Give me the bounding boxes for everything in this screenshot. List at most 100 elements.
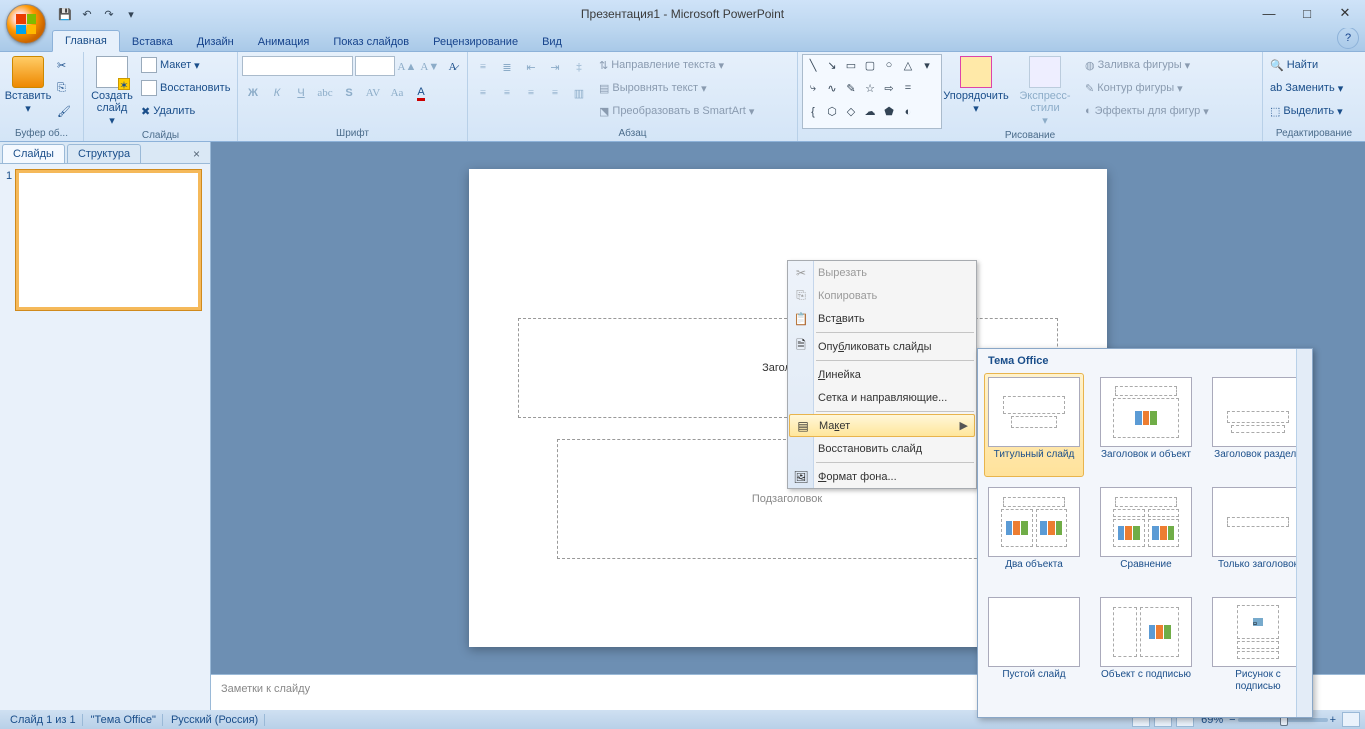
shape-arrow-icon[interactable]: ↘ [824,57,840,73]
align-right-button[interactable]: ≡ [520,82,542,104]
align-left-button[interactable]: ≡ [472,82,494,104]
status-theme[interactable]: "Тема Office" [85,714,163,726]
bullets-button[interactable]: ≡ [472,56,494,78]
save-icon[interactable]: 💾 [55,4,75,24]
shape-blank3[interactable]: ☁ [862,104,878,120]
reset-button[interactable]: Восстановить [138,77,233,99]
columns-button[interactable]: ▥ [568,82,590,104]
shape-eq-icon[interactable]: = [900,80,916,96]
justify-button[interactable]: ≡ [544,82,566,104]
close-pane-icon[interactable]: × [189,145,204,163]
ctx-background[interactable]: 🖼Формат фона... [788,465,976,488]
layout-blank[interactable]: Пустой слайд [984,593,1084,697]
status-slide[interactable]: Слайд 1 из 1 [4,714,83,726]
align-center-button[interactable]: ≡ [496,82,518,104]
strike-button[interactable]: abc [314,82,336,104]
quick-styles-button[interactable]: Экспресс-стили▾ [1010,54,1080,129]
convert-smartart-button[interactable]: ⬔Преобразовать в SmartArt▾ [596,100,757,122]
tab-home[interactable]: Главная [52,30,120,52]
slides-tab[interactable]: Слайды [2,144,65,163]
office-button[interactable] [6,4,46,44]
shape-line-icon[interactable]: ╲ [805,57,821,73]
font-size-combo[interactable] [355,56,395,76]
slide-1-thumbnail[interactable] [16,170,201,310]
shape-conn-icon[interactable]: ⤷ [805,80,821,96]
ctx-paste[interactable]: 📋Вставить [788,307,976,330]
status-language[interactable]: Русский (Россия) [165,714,265,726]
tab-animation[interactable]: Анимация [246,32,322,52]
minimize-button[interactable]: — [1255,4,1283,22]
copy-button[interactable]: ⎘ [54,77,74,99]
outline-tab[interactable]: Структура [67,144,141,163]
qat-dropdown-icon[interactable]: ▾ [121,4,141,24]
clear-format-button[interactable]: A̷ [442,56,463,78]
delete-slide-button[interactable]: ✖Удалить [138,100,233,122]
bold-button[interactable]: Ж [242,82,264,104]
shape-blank5[interactable]: ◐ [900,104,916,120]
shapes-gallery[interactable]: ╲↘▭▢○△▾ ⤷∿✎☆⇨= {⬡◇☁⬟◐ [802,54,942,129]
layout-picture-caption[interactable]: ▫Рисунок с подписью [1208,593,1308,697]
shape-free-icon[interactable]: ✎ [843,80,859,96]
new-slide-button[interactable]: ✶ Создать слайд▾ [88,54,136,129]
paste-button[interactable]: Вставить▾ [4,54,52,127]
tab-insert[interactable]: Вставка [120,32,185,52]
ctx-layout[interactable]: ▤Макет▶ [789,414,975,437]
arrange-button[interactable]: Упорядочить▾ [944,54,1008,129]
shape-blank2[interactable]: ◇ [843,104,859,120]
char-spacing-button[interactable]: AV [362,82,384,104]
shape-arrowr-icon[interactable]: ⇨ [881,80,897,96]
fit-window-button[interactable] [1342,712,1360,727]
layout-comparison[interactable]: Сравнение [1096,483,1196,587]
case-button[interactable]: Aa [386,82,408,104]
shape-more-icon[interactable]: ▾ [919,57,935,73]
font-color-button[interactable]: A [410,82,432,104]
shape-rrect-icon[interactable]: ▢ [862,57,878,73]
grow-font-button[interactable]: A▲ [397,56,418,78]
layout-button[interactable]: Макет▾ [138,54,233,76]
ctx-publish[interactable]: 🗎Опубликовать слайды [788,335,976,358]
underline-button[interactable]: Ч [290,82,312,104]
dec-indent-button[interactable]: ⇤ [520,56,542,78]
flyout-scrollbar[interactable] [1296,349,1312,717]
font-name-combo[interactable] [242,56,353,76]
ctx-cut[interactable]: ✂Вырезать [788,261,976,284]
shape-brace-icon[interactable]: { [805,104,821,120]
inc-indent-button[interactable]: ⇥ [544,56,566,78]
tab-view[interactable]: Вид [530,32,574,52]
shadow-button[interactable]: S [338,82,360,104]
layout-title-only[interactable]: Только заголовок [1208,483,1308,587]
layout-section-header[interactable]: Заголовок раздела [1208,373,1308,477]
layout-title-content[interactable]: Заголовок и объект [1096,373,1196,477]
select-button[interactable]: ⬚Выделить▾ [1267,100,1346,122]
replace-button[interactable]: abЗаменить▾ [1267,77,1346,99]
close-button[interactable]: ✕ [1331,4,1359,22]
align-text-button[interactable]: ▤Выровнять текст▾ [596,77,757,99]
redo-icon[interactable]: ↷ [99,4,119,24]
cut-button[interactable]: ✂ [54,54,74,76]
shape-curve-icon[interactable]: ∿ [824,80,840,96]
maximize-button[interactable]: □ [1293,4,1321,22]
shape-tri-icon[interactable]: △ [900,57,916,73]
shape-outline-button[interactable]: ✎Контур фигуры▾ [1082,77,1212,99]
shape-blank1[interactable]: ⬡ [824,104,840,120]
zoom-in-button[interactable]: + [1330,714,1336,726]
italic-button[interactable]: К [266,82,288,104]
line-spacing-button[interactable]: ‡ [568,56,590,78]
shape-rect-icon[interactable]: ▭ [843,57,859,73]
find-button[interactable]: 🔍Найти [1267,54,1346,76]
format-painter-button[interactable]: 🖌 [54,100,74,122]
numbering-button[interactable]: ≣ [496,56,518,78]
layout-content-caption[interactable]: Объект с подписью [1096,593,1196,697]
help-button[interactable]: ? [1337,27,1359,49]
undo-icon[interactable]: ↶ [77,4,97,24]
shape-star-icon[interactable]: ☆ [862,80,878,96]
shape-blank4[interactable]: ⬟ [881,104,897,120]
tab-slideshow[interactable]: Показ слайдов [321,32,421,52]
shape-effects-button[interactable]: ◐Эффекты для фигур▾ [1082,100,1212,122]
ctx-grid[interactable]: Сетка и направляющие... [788,386,976,409]
shape-oval-icon[interactable]: ○ [881,57,897,73]
shape-fill-button[interactable]: ◍Заливка фигуры▾ [1082,54,1212,76]
tab-design[interactable]: Дизайн [185,32,246,52]
ctx-reset[interactable]: Восстановить слайд [788,437,976,460]
tab-review[interactable]: Рецензирование [421,32,530,52]
